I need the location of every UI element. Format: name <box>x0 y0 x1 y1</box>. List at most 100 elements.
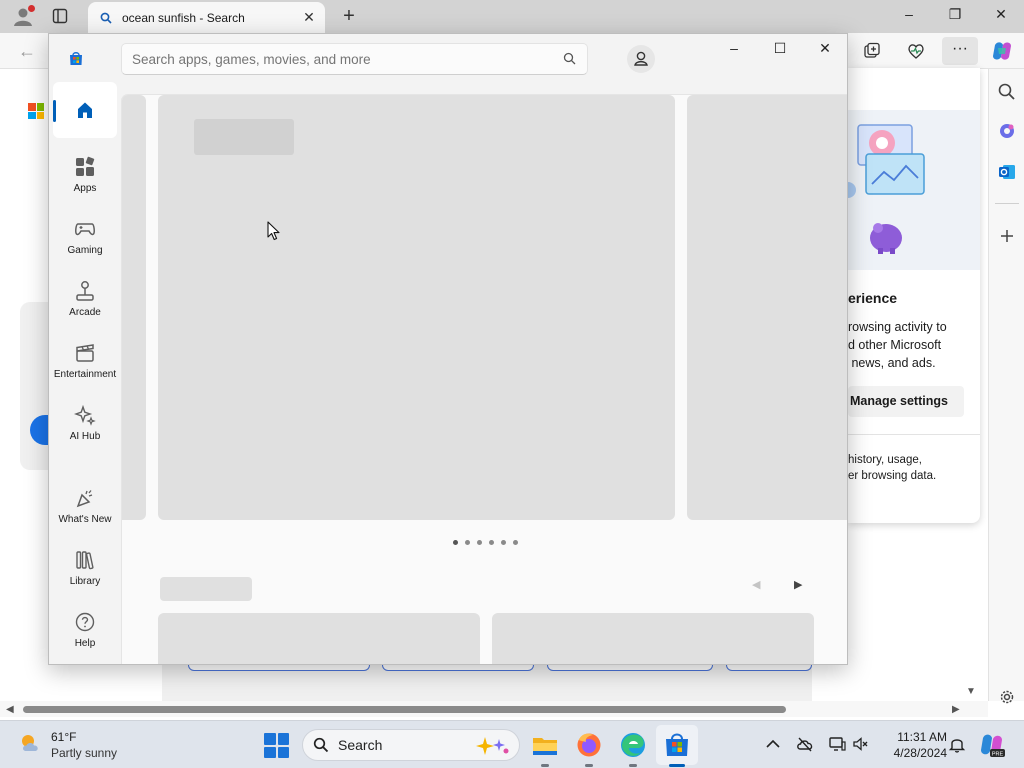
onedrive-offline-icon[interactable] <box>796 735 814 753</box>
store-maximize-button[interactable]: ☐ <box>765 40 795 62</box>
carousel-card-next-placeholder[interactable] <box>687 95 847 520</box>
scroll-left-arrow-icon[interactable]: ◀ <box>6 704 14 715</box>
page-chip[interactable] <box>547 664 713 671</box>
account-button[interactable] <box>627 45 655 73</box>
browser-essentials-icon[interactable] <box>906 41 926 61</box>
active-indicator <box>669 764 685 767</box>
nav-label-library: Library <box>69 576 101 587</box>
scrollbar-thumb[interactable] <box>23 706 786 713</box>
page-chip[interactable] <box>726 664 812 671</box>
help-icon <box>75 612 95 632</box>
start-button[interactable] <box>264 733 289 758</box>
clock-date[interactable]: 4/28/2024 <box>875 746 947 760</box>
collections-icon[interactable] <box>862 41 882 61</box>
nav-label-help: Help <box>74 638 96 649</box>
carousel-page-indicator[interactable] <box>453 540 518 546</box>
nav-label-ai-hub: AI Hub <box>69 431 101 442</box>
joystick-icon <box>76 281 94 301</box>
nav-item-help[interactable]: Help <box>49 611 121 649</box>
tab-title: ocean sunfish - Search <box>122 10 245 25</box>
taskbar-search-box[interactable]: Search <box>302 729 520 761</box>
nav-label-whats-new: What's New <box>58 514 112 525</box>
store-minimize-button[interactable]: – <box>719 40 749 62</box>
tab-close-button[interactable]: ✕ <box>301 9 317 25</box>
volume-muted-icon[interactable] <box>852 735 870 753</box>
chevron-up-icon[interactable] <box>764 735 782 753</box>
svg-text:PRE: PRE <box>992 752 1004 758</box>
scroll-down-arrow-icon[interactable]: ▼ <box>966 686 976 697</box>
notification-bell-icon[interactable] <box>948 735 966 753</box>
carousel-next-icon[interactable]: ▶ <box>794 578 802 591</box>
apps-icon <box>76 156 95 176</box>
browser-tab[interactable]: ocean sunfish - Search ✕ <box>88 2 325 33</box>
microsoft-logo <box>28 103 44 119</box>
copilot-icon[interactable] <box>990 39 1014 63</box>
app-card-placeholder[interactable] <box>492 613 814 664</box>
firefox-icon[interactable] <box>574 730 604 760</box>
gear-icon[interactable] <box>997 687 1017 707</box>
manage-settings-button[interactable]: Manage settings <box>848 386 964 417</box>
weather-temperature[interactable]: 61°F <box>51 730 76 744</box>
search-icon[interactable] <box>563 52 576 65</box>
carousel-previous-icon[interactable]: ◀ <box>752 578 760 591</box>
copilot-icon[interactable] <box>997 121 1017 141</box>
nav-item-library[interactable]: Library <box>49 549 121 587</box>
app-card-placeholder[interactable] <box>158 613 480 664</box>
partly-sunny-icon[interactable] <box>18 731 44 757</box>
nav-item-home[interactable] <box>49 82 121 138</box>
search-icon[interactable] <box>997 82 1017 102</box>
carousel-hero-placeholder[interactable] <box>158 95 675 520</box>
hero-title-placeholder <box>194 119 294 155</box>
carousel-dot[interactable] <box>513 540 518 545</box>
game-controller-icon <box>75 223 95 236</box>
file-explorer-icon[interactable] <box>530 730 560 760</box>
store-window: – ☐ ✕ Apps Gaming <box>48 33 848 665</box>
running-indicator <box>541 764 549 767</box>
nav-item-gaming[interactable]: Gaming <box>49 218 121 256</box>
nav-item-whats-new[interactable]: What's New <box>49 487 121 525</box>
carousel-dot[interactable] <box>477 540 482 545</box>
network-display-icon[interactable] <box>828 735 846 753</box>
running-indicator <box>585 764 593 767</box>
page-chip[interactable] <box>188 664 370 671</box>
microsoft-store-icon[interactable] <box>662 730 692 760</box>
add-icon[interactable] <box>997 226 1017 246</box>
carousel-dot[interactable] <box>501 540 506 545</box>
browser-close-button[interactable]: ✕ <box>989 6 1013 26</box>
copilot-preview-icon[interactable]: PRE <box>978 731 1006 759</box>
page-chip[interactable] <box>382 664 534 671</box>
user-icon <box>634 51 648 66</box>
settings-more-button[interactable]: ··· <box>942 37 978 65</box>
panel-footnote: history, usage, er browsing data. <box>848 454 937 482</box>
store-navigation: Apps Gaming Arcade Entertainment AI Hub … <box>49 82 121 664</box>
new-tab-button[interactable]: + <box>338 6 360 28</box>
tab-actions-icon[interactable] <box>52 8 68 24</box>
weather-condition[interactable]: Partly sunny <box>51 746 117 760</box>
running-indicator <box>629 764 637 767</box>
carousel-card-prev-placeholder[interactable] <box>122 95 146 520</box>
store-main-content: ◀ ▶ <box>121 94 847 664</box>
nav-item-ai-hub[interactable]: AI Hub <box>49 404 121 442</box>
browser-sidebar-rail <box>988 69 1024 704</box>
search-icon <box>100 12 112 24</box>
edge-browser-icon[interactable] <box>618 730 648 760</box>
nav-item-entertainment[interactable]: Entertainment <box>49 342 121 380</box>
browser-restore-button[interactable]: ❐ <box>943 6 967 26</box>
nav-item-arcade[interactable]: Arcade <box>49 280 121 318</box>
store-close-button[interactable]: ✕ <box>810 40 840 62</box>
scroll-right-arrow-icon[interactable]: ▶ <box>952 704 960 715</box>
outlook-icon[interactable] <box>997 162 1017 182</box>
nav-label-entertainment: Entertainment <box>53 369 117 380</box>
carousel-dot[interactable] <box>465 540 470 545</box>
back-button[interactable]: ← <box>18 41 40 61</box>
section-title-placeholder <box>160 577 252 601</box>
browser-minimize-button[interactable]: – <box>897 6 921 26</box>
horizontal-scrollbar[interactable]: ◀ ▶ <box>0 701 988 717</box>
store-search-input[interactable] <box>121 43 588 75</box>
clock-time[interactable]: 11:31 AM <box>875 730 947 744</box>
carousel-dot[interactable] <box>489 540 494 545</box>
clapperboard-icon <box>76 344 94 362</box>
nav-item-apps[interactable]: Apps <box>49 156 121 194</box>
privacy-illustration <box>848 110 980 270</box>
carousel-dot[interactable] <box>453 540 458 545</box>
